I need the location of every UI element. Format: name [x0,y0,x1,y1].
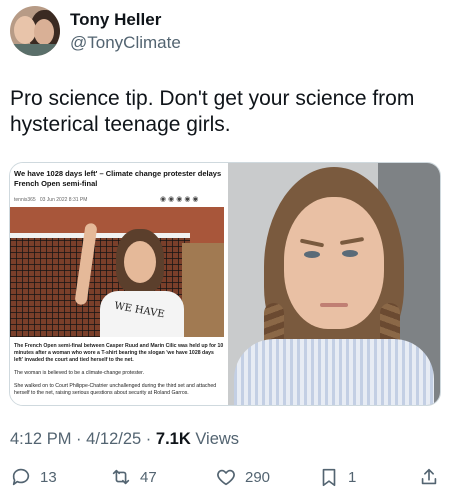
article-paragraph: The French Open semi-final between Caspe… [14,343,224,363]
repost-button[interactable]: 47 [110,466,157,488]
protester-face [124,241,156,283]
mouth [320,303,348,307]
share-button[interactable] [418,466,440,488]
article-photo: WE HAVE [10,207,224,337]
article-paragraph: The woman is believed to be a climate-ch… [14,370,145,376]
portrait-photo [228,163,440,405]
reply-icon [12,468,30,486]
net-post [182,243,224,337]
reply-button[interactable]: 13 [10,466,57,488]
article-share-icons: ◉◉◉◉◉ [160,196,201,203]
right-eye [342,250,358,257]
article-paragraph: She walked on to Court Philippe-Chatrier… [14,383,217,396]
article-meta: tennis365 03 Jun 2022 8:31 PM [14,197,87,203]
tweet-date[interactable]: 4/12/25 [86,430,141,448]
views-count: 7.1K [155,430,191,448]
tennis-net-band [10,233,190,238]
avatar-face-right [34,19,54,45]
author-handle[interactable]: @TonyClimate [70,33,181,53]
views-label: Views [195,430,240,448]
tweet-media[interactable]: We have 1028 days left' – Climate change… [9,162,441,406]
article-source: tennis365 [14,197,36,203]
bookmark-button[interactable]: 1 [318,466,356,488]
article-headline: We have 1028 days left' – Climate change… [14,169,222,188]
tweet-meta: 4:12 PM · 4/12/25 · 7.1K Views [10,430,239,449]
share-icon [421,468,437,485]
avatar-face-left [14,16,36,44]
tweet-time[interactable]: 4:12 PM [10,430,71,448]
meta-separator: · [145,430,152,448]
author-name[interactable]: Tony Heller [70,10,161,30]
repost-count: 47 [140,468,157,486]
avatar[interactable] [10,6,60,56]
tweet-text: Pro science tip. Don't get your science … [10,87,415,136]
like-count: 290 [245,468,271,486]
article-date: 03 Jun 2022 8:31 PM [39,197,88,203]
bookmark-count: 1 [348,468,357,486]
reply-count: 13 [40,468,57,486]
article-screenshot: We have 1028 days left' – Climate change… [10,163,228,405]
repost-icon [112,469,130,485]
article-body: The French Open semi-final between Caspe… [14,343,224,403]
bookmark-icon [322,468,336,487]
action-bar: 13 47 290 1 [0,464,451,494]
striped-shirt [234,339,434,405]
like-button[interactable]: 290 [215,466,270,488]
avatar-shirt [10,44,60,56]
meta-separator: · [76,430,82,448]
like-icon [217,469,235,486]
portrait-face [284,197,384,329]
left-eye [304,251,320,258]
